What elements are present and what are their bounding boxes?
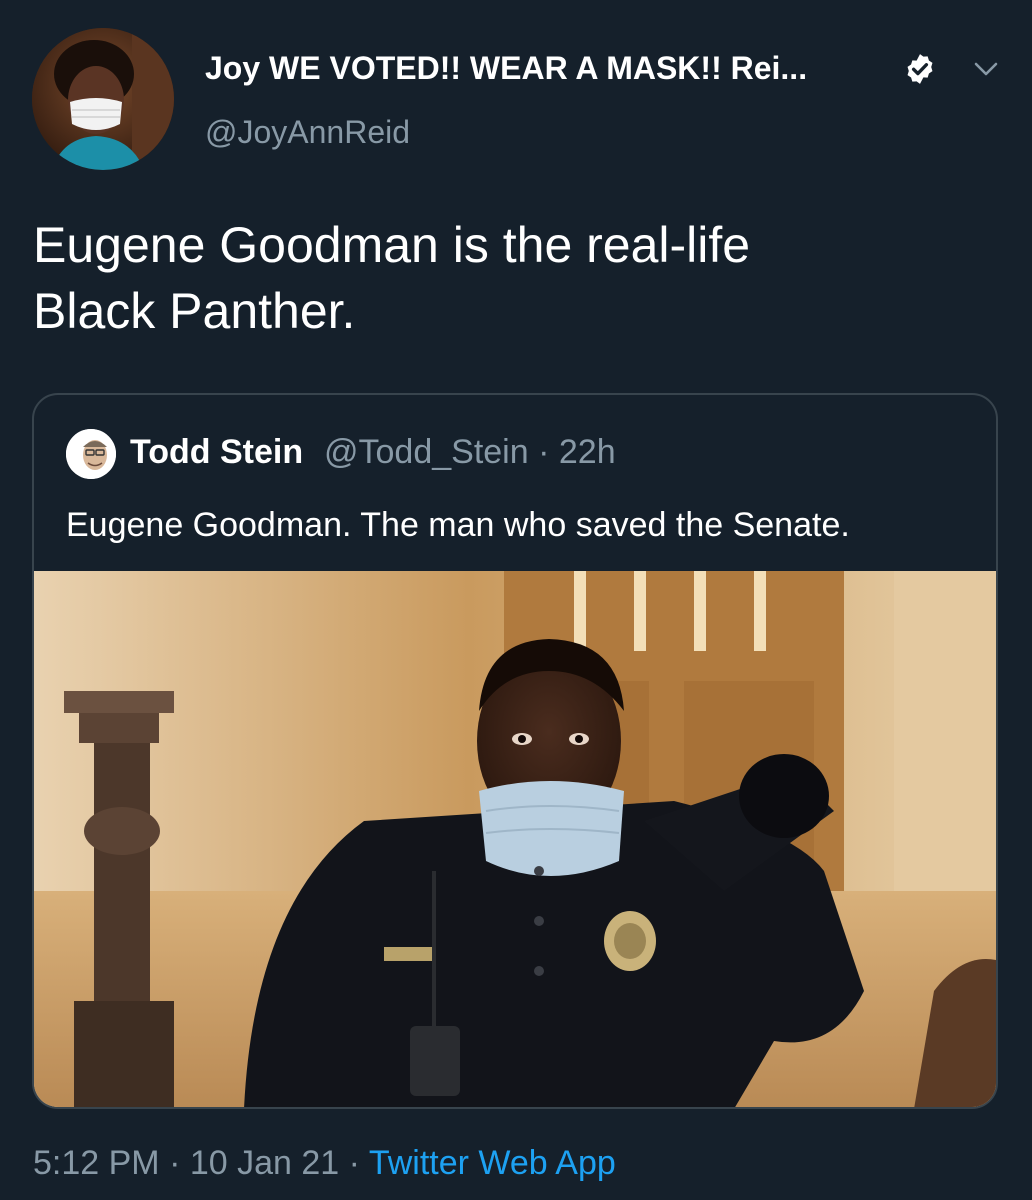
- tweet-text: Eugene Goodman is the real-life Black Pa…: [33, 212, 993, 344]
- tweet-footer: 5:12 PM · 10 Jan 21 · Twitter Web App: [33, 1144, 616, 1183]
- photo-image: [34, 571, 996, 1107]
- user-avatar-icon: [66, 429, 116, 479]
- meta-separator: ·: [538, 433, 550, 471]
- tweet-date[interactable]: 10 Jan 21: [190, 1144, 339, 1182]
- chevron-down-icon[interactable]: [970, 55, 1002, 83]
- author-avatar[interactable]: [32, 28, 174, 170]
- user-avatar-icon: [32, 28, 174, 170]
- quoted-tweet-card[interactable]: Todd Stein @Todd_Stein · 22h Eugene Good…: [32, 393, 998, 1109]
- quoted-tweet-meta: @Todd_Stein · 22h: [324, 433, 616, 472]
- author-display-name[interactable]: Joy WE VOTED!! WEAR A MASK!! Rei...: [205, 50, 807, 87]
- tweet-time[interactable]: 5:12 PM: [33, 1144, 160, 1182]
- verified-badge-icon: [907, 54, 933, 84]
- footer-separator: ·: [348, 1144, 360, 1182]
- footer-separator: ·: [169, 1144, 181, 1182]
- author-handle[interactable]: @JoyAnnReid: [205, 114, 410, 151]
- quoted-tweet-age[interactable]: 22h: [559, 433, 616, 471]
- tweet-source-link[interactable]: Twitter Web App: [369, 1144, 616, 1182]
- tweet-text-line-1: Eugene Goodman is the real-life: [33, 217, 751, 273]
- quoted-author-avatar[interactable]: [66, 429, 116, 479]
- quoted-tweet-text: Eugene Goodman. The man who saved the Se…: [66, 506, 850, 544]
- quoted-author-handle[interactable]: @Todd_Stein: [324, 433, 529, 471]
- quoted-author-name[interactable]: Todd Stein: [130, 433, 303, 472]
- quoted-tweet-photo[interactable]: [34, 571, 996, 1107]
- tweet-text-line-2: Black Panther.: [33, 283, 356, 339]
